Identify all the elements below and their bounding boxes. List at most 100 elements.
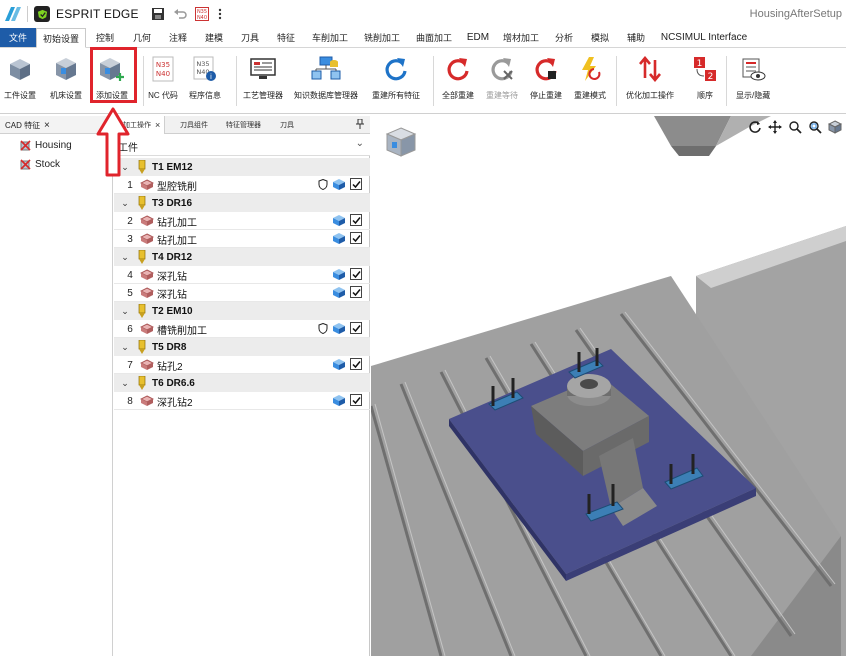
zoom-window-icon[interactable] bbox=[808, 120, 822, 134]
tool-group-row[interactable]: ⌄ T2 EM10 bbox=[114, 302, 370, 320]
view-cube-menu-icon[interactable] bbox=[828, 120, 842, 134]
menu-tab-file[interactable]: 文件 bbox=[0, 28, 36, 47]
simulation-status-icon[interactable] bbox=[333, 214, 345, 226]
workpiece-filter-dropdown[interactable]: 工件 ⌄ bbox=[114, 134, 370, 156]
show-hide-icon bbox=[742, 58, 766, 81]
menu-tab-ncsimul[interactable]: NCSIMUL Interface bbox=[654, 28, 754, 47]
stop-rebuild-button[interactable]: 停止重建 bbox=[530, 52, 562, 101]
tab-tool-assembly[interactable]: 刀具组件 bbox=[176, 116, 212, 134]
operation-row[interactable]: 1 型腔铣削 bbox=[114, 176, 370, 194]
rebuild-wait-button[interactable]: 重建等待 bbox=[486, 52, 518, 101]
operation-enabled-checkbox[interactable] bbox=[350, 286, 362, 298]
operation-enabled-checkbox[interactable] bbox=[350, 232, 362, 244]
operation-enabled-checkbox[interactable] bbox=[350, 268, 362, 280]
operation-row[interactable]: 3 钻孔加工 bbox=[114, 230, 370, 248]
operations-close-icon[interactable]: × bbox=[155, 120, 160, 130]
chevron-down-icon[interactable]: ⌄ bbox=[114, 378, 136, 389]
operation-row[interactable]: 6 槽铣削加工 bbox=[114, 320, 370, 338]
tool-group-row[interactable]: ⌄ T6 DR6.6 bbox=[114, 374, 370, 392]
simulation-status-icon[interactable] bbox=[333, 268, 345, 280]
3d-viewport[interactable] bbox=[371, 116, 846, 656]
cad-features-tab[interactable]: CAD 特征 bbox=[5, 116, 40, 134]
optimize-ops-button[interactable]: 优化加工操作 bbox=[626, 52, 674, 101]
menu-tab-features[interactable]: 特征 bbox=[268, 28, 304, 47]
chevron-down-icon[interactable]: ⌄ bbox=[114, 198, 136, 209]
menu-tab-geometry[interactable]: 几何 bbox=[124, 28, 160, 47]
tab-feature-manager[interactable]: 特征管理器 bbox=[222, 116, 265, 134]
machine-setup-button[interactable]: 机床设置 bbox=[50, 52, 82, 101]
row-divider bbox=[114, 409, 370, 410]
show-hide-button[interactable]: 显示/隐藏 bbox=[736, 52, 770, 101]
svg-text:N35: N35 bbox=[196, 60, 209, 68]
operation-number: 2 bbox=[127, 215, 133, 227]
cad-features-panel bbox=[0, 116, 113, 656]
operation-row[interactable]: 5 深孔钻 bbox=[114, 284, 370, 302]
menu-tab-surface[interactable]: 曲面加工 bbox=[408, 28, 460, 47]
milling-operation-icon bbox=[140, 287, 154, 298]
title-bar: ESPRIT EDGE N35 N40 HousingAfterSetup bbox=[0, 0, 846, 28]
menu-tab-modeling[interactable]: 建模 bbox=[196, 28, 232, 47]
simulation-status-icon[interactable] bbox=[333, 232, 345, 244]
cad-item-stock[interactable]: Stock bbox=[20, 159, 60, 170]
menu-tab-analysis[interactable]: 分析 bbox=[546, 28, 582, 47]
simulation-status-icon[interactable] bbox=[333, 358, 345, 370]
program-info-button[interactable]: N35 N40 i 程序信息 bbox=[189, 52, 221, 101]
knowledge-db-manager-button[interactable]: 知识数据库管理器 bbox=[294, 52, 358, 101]
operation-name: 深孔钻 bbox=[157, 271, 187, 283]
simulation-status-icon[interactable] bbox=[333, 394, 345, 406]
pin-icon[interactable] bbox=[356, 118, 364, 131]
cad-item-housing[interactable]: Housing bbox=[20, 140, 72, 151]
operation-row[interactable]: 4 深孔钻 bbox=[114, 266, 370, 284]
program-info-icon: N35N40i bbox=[193, 56, 216, 81]
operation-enabled-checkbox[interactable] bbox=[350, 322, 362, 334]
nc-code-quick-icon[interactable]: N35N40 bbox=[194, 7, 209, 21]
menu-tab-auxiliary[interactable]: 辅助 bbox=[618, 28, 654, 47]
more-options-icon[interactable] bbox=[217, 7, 223, 21]
operation-enabled-checkbox[interactable] bbox=[350, 394, 362, 406]
rebuild-all-button[interactable]: 全部重建 bbox=[442, 52, 474, 101]
menu-tab-simulation[interactable]: 模拟 bbox=[582, 28, 618, 47]
rebuild-mode-button[interactable]: 重建模式 bbox=[574, 52, 606, 101]
tool-group-row[interactable]: ⌄ T1 EM12 bbox=[114, 158, 370, 176]
menu-tab-annotation[interactable]: 注释 bbox=[160, 28, 196, 47]
undo-icon[interactable] bbox=[173, 7, 187, 21]
operation-row[interactable]: 2 钻孔加工 bbox=[114, 212, 370, 230]
operation-status-icons bbox=[333, 232, 362, 244]
tool-group-row[interactable]: ⌄ T3 DR16 bbox=[114, 194, 370, 212]
tool-name: T1 EM12 bbox=[152, 161, 193, 173]
menu-tab-milling[interactable]: 铣削加工 bbox=[356, 28, 408, 47]
tool-group-row[interactable]: ⌄ T4 DR12 bbox=[114, 248, 370, 266]
tool-group-row[interactable]: ⌄ T5 DR8 bbox=[114, 338, 370, 356]
menu-tab-control[interactable]: 控制 bbox=[86, 28, 124, 47]
menu-tab-turning[interactable]: 车削加工 bbox=[304, 28, 356, 47]
menu-tab-edm[interactable]: EDM bbox=[460, 28, 496, 47]
rotate-icon[interactable] bbox=[748, 120, 762, 134]
operation-row[interactable]: 8 深孔钻2 bbox=[114, 392, 370, 410]
operation-number: 4 bbox=[127, 269, 133, 281]
menu-tab-initial-setup[interactable]: 初始设置 bbox=[36, 28, 86, 48]
chevron-down-icon[interactable]: ⌄ bbox=[114, 306, 136, 317]
pan-icon[interactable] bbox=[768, 120, 782, 134]
ribbon-separator bbox=[616, 56, 617, 106]
operation-enabled-checkbox[interactable] bbox=[350, 214, 362, 226]
operation-enabled-checkbox[interactable] bbox=[350, 358, 362, 370]
simulation-status-icon[interactable] bbox=[333, 178, 345, 190]
chevron-down-icon[interactable]: ⌄ bbox=[114, 252, 136, 263]
nc-code-button[interactable]: N35 N40 NC 代码 bbox=[148, 52, 178, 101]
save-icon[interactable] bbox=[151, 7, 165, 21]
tab-tools[interactable]: 刀具 bbox=[276, 116, 298, 134]
cad-features-close-icon[interactable]: × bbox=[44, 116, 50, 134]
workpiece-setup-button[interactable]: 工件设置 bbox=[4, 52, 36, 101]
process-manager-button[interactable]: 工艺管理器 bbox=[243, 52, 283, 101]
menu-tab-additive[interactable]: 增材加工 bbox=[496, 28, 546, 47]
simulation-status-icon[interactable] bbox=[333, 322, 345, 334]
chevron-down-icon[interactable]: ⌄ bbox=[114, 342, 136, 353]
simulation-status-icon[interactable] bbox=[333, 286, 345, 298]
zoom-icon[interactable] bbox=[788, 120, 802, 134]
rebuild-all-features-button[interactable]: 重建所有特征 bbox=[372, 52, 420, 101]
order-button[interactable]: 12 顺序 bbox=[690, 52, 720, 101]
menu-tab-tools[interactable]: 刀具 bbox=[232, 28, 268, 47]
operations-tabs: 加工操作 × 刀具组件 特征管理器 刀具 bbox=[114, 116, 370, 134]
operation-row[interactable]: 7 钻孔2 bbox=[114, 356, 370, 374]
operation-enabled-checkbox[interactable] bbox=[350, 178, 362, 190]
